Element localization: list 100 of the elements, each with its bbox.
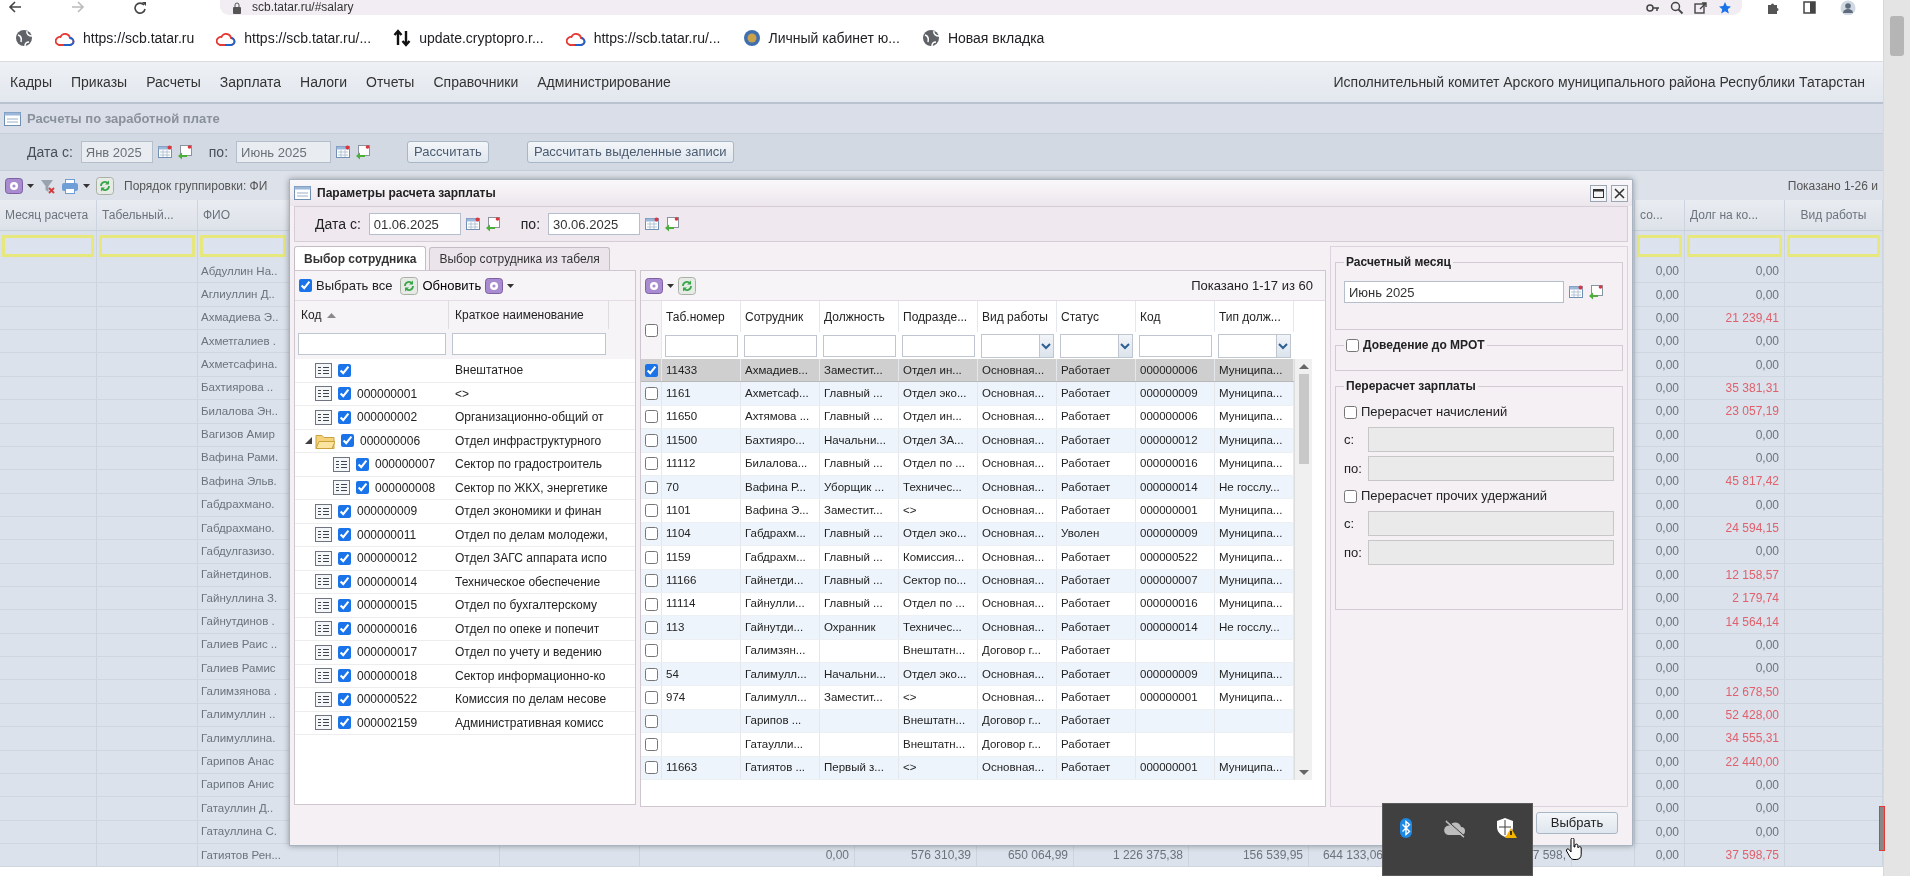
checkbox[interactable] — [644, 574, 658, 588]
date-field[interactable]: 30.06.2025 — [548, 213, 641, 235]
filter-field[interactable] — [665, 334, 738, 357]
print-button[interactable] — [61, 177, 90, 194]
column-header[interactable]: Подразде... — [899, 301, 978, 332]
zoom-icon[interactable] — [1670, 0, 1684, 15]
calendar-button[interactable] — [156, 144, 173, 160]
column-header[interactable]: Статус — [1057, 301, 1136, 332]
checkbox[interactable] — [1344, 489, 1357, 503]
checkbox[interactable] — [338, 575, 351, 589]
column-header[interactable]: ФИО — [203, 206, 231, 224]
bookmark[interactable]: https://scb.tatar.ru — [55, 27, 195, 49]
bookmark[interactable]: Новая вкладка — [921, 27, 1045, 49]
settings-button[interactable] — [645, 277, 674, 294]
reset-button[interactable] — [176, 144, 193, 160]
table-row[interactable]: 1159 Габдрахм... Главный ... Комиссия... Основная... Работает 000000522 Муниципа... — [641, 546, 1294, 570]
address-bar[interactable]: scb.tatar.ru/#salary — [220, 0, 1742, 15]
toolbar-button[interactable]: Рассчитать выделенные записи — [526, 141, 734, 163]
calendar-button[interactable] — [335, 144, 352, 160]
checkbox[interactable] — [356, 457, 369, 471]
column-header[interactable]: Код — [1136, 301, 1215, 332]
column-header[interactable]: Таб.номер — [662, 301, 741, 332]
checkbox[interactable] — [299, 279, 312, 292]
checkbox[interactable] — [644, 691, 658, 705]
column-header[interactable]: Месяц расчета — [5, 206, 89, 224]
scroll-down-icon[interactable] — [1298, 769, 1309, 777]
scrollbar[interactable] — [1883, 0, 1910, 876]
table-row[interactable]: Гатаулли... Внештатн... Договор г... Работает — [641, 733, 1294, 757]
table-row[interactable]: 1161 Ахметсаф... Главный ... Отдел эко... Основная... Работает 000000009 Муниципа... — [641, 382, 1294, 406]
checkbox[interactable] — [1346, 338, 1359, 352]
menu-item[interactable]: Кадры — [10, 71, 52, 93]
filter-field[interactable] — [2, 234, 94, 257]
scroll-thumb[interactable] — [1298, 374, 1309, 464]
filter-field[interactable] — [452, 333, 606, 355]
bookmark[interactable] — [15, 29, 33, 47]
bookmark[interactable]: update.cryptopro.r... — [393, 27, 544, 49]
bookmark[interactable]: https://scb.tatar.ru/... — [216, 27, 372, 49]
column-header[interactable]: Вид работы — [1800, 206, 1867, 224]
checkbox[interactable] — [338, 363, 351, 377]
checkbox[interactable] — [644, 737, 658, 751]
column-header[interactable]: Долг на ко... — [1690, 206, 1759, 224]
table-row[interactable]: 11112 Билалова... Главный ... Отдел по ... Основная... Работает 000000016 Муниципа... — [641, 452, 1294, 476]
shield-warning-icon[interactable] — [1495, 816, 1518, 839]
checkbox[interactable] — [644, 621, 658, 634]
bluetooth-icon[interactable] — [1397, 817, 1414, 838]
table-row[interactable]: 54 Галимулл... Начальни... Отдел эко... Основная... Работает 000000009 Муниципа... — [641, 663, 1294, 687]
checkbox[interactable] — [644, 433, 658, 447]
back-icon[interactable] — [8, 0, 23, 14]
checkbox[interactable] — [338, 622, 351, 636]
reload-icon[interactable] — [133, 0, 147, 14]
column-header[interactable]: Вид работы — [978, 301, 1057, 332]
checkbox[interactable] — [338, 692, 351, 706]
checkbox[interactable] — [356, 481, 369, 495]
checkbox[interactable] — [644, 667, 658, 681]
settings-button[interactable] — [5, 177, 34, 194]
menu-item[interactable]: Справочники — [433, 71, 519, 93]
select-button[interactable]: Выбрать — [1536, 812, 1618, 834]
checkbox[interactable] — [644, 363, 658, 377]
checkbox[interactable] — [338, 598, 351, 612]
settings-button[interactable] — [485, 277, 515, 294]
table-row[interactable]: 70 Вафина Р... Уборщик ... Техничес... Основная... Работает 000000014 Не госслу... — [641, 475, 1294, 500]
table-row[interactable]: 113 Гайнутди... Охранник Техничес... Основная... Работает 000000014 Не госслу... — [641, 616, 1294, 640]
checkbox[interactable] — [644, 761, 658, 775]
checkbox[interactable] — [644, 527, 658, 541]
column-header[interactable]: Табельный... — [102, 206, 174, 224]
table-row[interactable]: 11663 Гатиятов ... Первый з... <> Основная... Работает 000000001 Муниципа... — [641, 756, 1294, 781]
filter-field[interactable] — [823, 334, 896, 357]
bookmark[interactable]: https://scb.tatar.ru/... — [565, 27, 721, 49]
table-row[interactable]: Гарипов ... Внештатн... Договор г... Работает — [641, 709, 1294, 734]
table-row[interactable]: 11433 Ахмадиев... Заместит... Отдел ин... Основная... Работает 000000006 Муниципа... — [641, 359, 1294, 383]
checkbox[interactable] — [338, 716, 351, 730]
date-field[interactable]: 01.06.2025 — [368, 213, 461, 235]
checkbox[interactable] — [644, 644, 658, 658]
reset-button[interactable] — [664, 216, 681, 232]
scroll-up-icon[interactable] — [1298, 363, 1309, 370]
checkbox[interactable] — [644, 504, 658, 518]
filter-field[interactable] — [1787, 234, 1880, 257]
checkbox[interactable] — [338, 504, 351, 518]
checkbox[interactable] — [644, 387, 658, 401]
filter-field[interactable] — [1687, 234, 1782, 257]
filter-field[interactable] — [902, 334, 975, 357]
close-button[interactable] — [1611, 184, 1628, 202]
menu-item[interactable]: Расчеты — [146, 71, 201, 93]
calendar-button[interactable] — [464, 216, 481, 232]
clear-filter-button[interactable] — [40, 177, 55, 194]
month-field[interactable]: Июнь 2025 — [1344, 281, 1564, 303]
filter-field[interactable] — [1139, 334, 1212, 357]
date-field[interactable]: Июнь 2025 — [236, 141, 332, 163]
profile-icon[interactable] — [1840, 0, 1856, 15]
refresh-button[interactable]: Обновить — [400, 276, 482, 295]
checkbox[interactable] — [644, 480, 658, 494]
checkbox[interactable] — [644, 457, 658, 471]
calendar-button[interactable] — [1568, 284, 1584, 300]
checkbox[interactable] — [644, 550, 658, 564]
checkbox[interactable] — [644, 714, 658, 728]
tab[interactable]: Выбор сотрудника из табеля — [429, 247, 610, 270]
column-header[interactable]: Тип долж... — [1215, 301, 1294, 332]
checkbox[interactable] — [644, 410, 658, 424]
cloud-off-icon[interactable] — [1442, 817, 1467, 838]
checkbox[interactable] — [644, 597, 658, 611]
